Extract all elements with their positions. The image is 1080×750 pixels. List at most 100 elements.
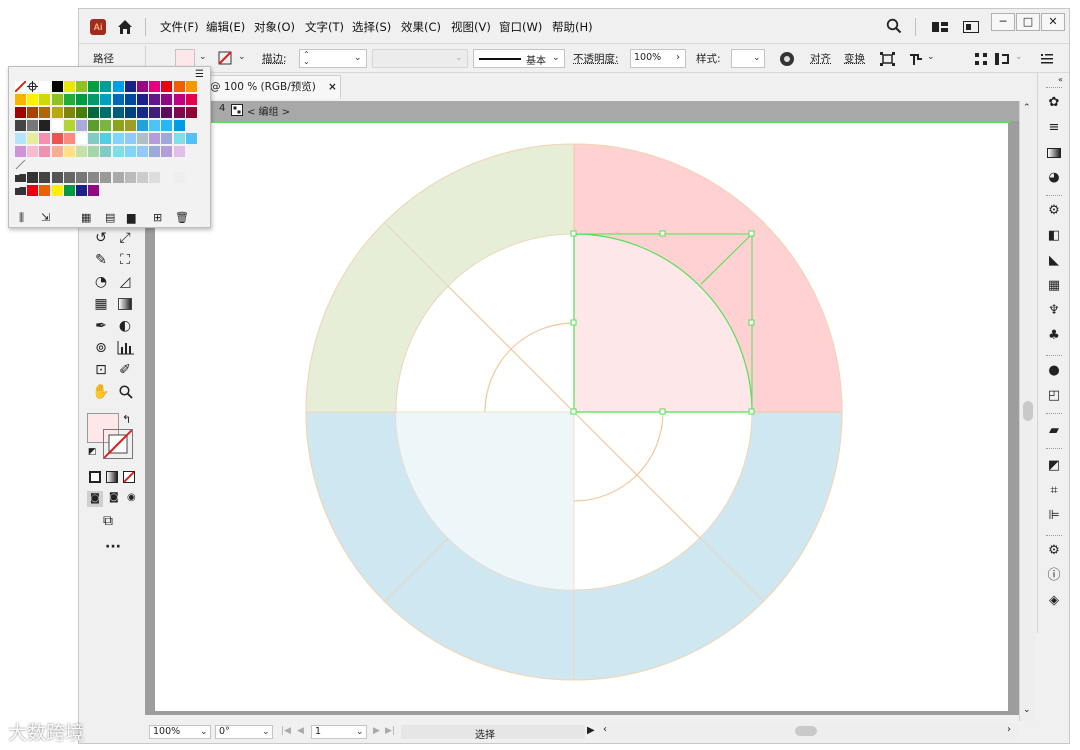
color-swatch[interactable] <box>76 172 87 183</box>
color-swatch[interactable] <box>39 94 51 105</box>
distribute-icon[interactable] <box>975 53 987 65</box>
color-swatch[interactable] <box>27 146 39 157</box>
color-swatch[interactable] <box>39 172 51 183</box>
color-swatch[interactable] <box>76 94 87 105</box>
color-swatch[interactable] <box>173 133 185 144</box>
color-swatch[interactable] <box>100 133 112 144</box>
maximize-button[interactable]: □ <box>1016 13 1040 31</box>
transform-link[interactable]: 变换 <box>844 50 865 68</box>
color-swatch[interactable] <box>124 133 136 144</box>
previous-artboard-icon[interactable]: ◀ <box>297 726 304 736</box>
color-swatch[interactable] <box>15 146 26 157</box>
artboard-tool-icon[interactable]: ⊡ <box>91 361 111 379</box>
recolor-artwork-icon[interactable] <box>779 51 795 67</box>
color-swatch[interactable] <box>76 185 87 196</box>
transparency-panel-icon[interactable]: ◕ <box>1046 170 1062 186</box>
color-swatch[interactable] <box>137 172 148 183</box>
horizontal-scroll-thumb[interactable] <box>795 726 817 736</box>
color-swatch[interactable] <box>88 94 100 105</box>
color-swatch[interactable] <box>173 146 185 157</box>
color-swatch[interactable] <box>88 133 100 144</box>
menu-file[interactable]: 文件(F) <box>160 19 199 35</box>
menu-select[interactable]: 选择(S) <box>352 19 391 35</box>
color-swatch[interactable] <box>100 172 112 183</box>
close-window-button[interactable]: ✕ <box>1041 13 1065 31</box>
chevron-down-icon[interactable]: ⌄ <box>1015 52 1023 62</box>
menu-view[interactable]: 视图(V) <box>451 19 491 35</box>
color-swatch[interactable] <box>112 172 124 183</box>
color-swatch[interactable] <box>27 185 39 196</box>
color-swatch[interactable] <box>51 94 63 105</box>
color-swatch[interactable] <box>88 185 100 196</box>
color-swatch[interactable] <box>112 146 124 157</box>
comments-panel-icon[interactable]: ▰ <box>1046 423 1062 439</box>
color-swatch[interactable] <box>185 81 197 92</box>
draw-behind-icon[interactable]: ◙ <box>109 492 119 503</box>
minimize-button[interactable]: ─ <box>991 13 1015 31</box>
color-guide-icon[interactable]: ✿ <box>1046 95 1062 111</box>
color-swatch[interactable] <box>76 120 87 131</box>
color-swatch[interactable] <box>39 107 51 118</box>
info-panel-icon[interactable]: ⓘ <box>1046 568 1062 584</box>
home-icon[interactable] <box>116 18 134 36</box>
show-kinds-icon[interactable]: ▦ <box>81 211 91 224</box>
color-swatch[interactable] <box>27 94 39 105</box>
color-swatch[interactable] <box>63 94 75 105</box>
color-swatch[interactable] <box>39 146 51 157</box>
scroll-up-icon[interactable]: ⌃ <box>1023 103 1031 113</box>
color-swatch[interactable] <box>124 107 136 118</box>
color-swatch[interactable] <box>161 120 173 131</box>
color-swatch[interactable] <box>137 94 148 105</box>
draw-normal-icon[interactable]: ◙ <box>87 491 103 507</box>
color-swatch[interactable] <box>149 133 161 144</box>
edit-toolbar-icon[interactable]: ··· <box>105 539 121 555</box>
swap-fill-stroke-icon[interactable]: ↰ <box>122 413 131 426</box>
color-swatch[interactable] <box>51 146 63 157</box>
swatch-options-icon[interactable]: ▤ <box>105 211 115 224</box>
shape-builder-tool-icon[interactable]: ◔ <box>91 273 111 291</box>
scroll-right-icon[interactable]: › <box>1007 724 1011 735</box>
color-swatch[interactable] <box>100 107 112 118</box>
status-display[interactable]: 选择 <box>401 725 585 741</box>
scale-tool-icon[interactable]: ⤢ <box>115 229 135 247</box>
column-graph-tool-icon[interactable] <box>117 341 135 355</box>
color-swatch[interactable] <box>63 81 75 92</box>
color-swatch[interactable] <box>137 133 148 144</box>
color-swatch[interactable] <box>39 185 51 196</box>
hand-tool-icon[interactable]: ✋ <box>91 383 111 401</box>
color-swatch[interactable] <box>51 133 63 144</box>
color-swatch[interactable] <box>27 172 39 183</box>
color-swatch[interactable] <box>88 172 100 183</box>
vertical-scroll-thumb[interactable] <box>1023 401 1033 421</box>
free-transform-tool-icon[interactable]: ⛶ <box>115 251 135 269</box>
color-swatch[interactable] <box>39 120 51 131</box>
close-tab-icon[interactable]: × <box>328 76 337 98</box>
stroke-none-icon[interactable] <box>217 50 233 66</box>
color-swatch[interactable] <box>124 81 136 92</box>
color-swatch[interactable] <box>100 81 112 92</box>
color-swatch[interactable] <box>161 94 173 105</box>
variable-width-profile[interactable]: ⌄ <box>372 49 468 68</box>
color-swatch[interactable] <box>76 133 87 144</box>
chevron-down-icon[interactable]: ⌄ <box>927 52 935 62</box>
color-swatch[interactable] <box>63 146 75 157</box>
color-swatch[interactable] <box>137 146 148 157</box>
opacity-field[interactable]: 100% › <box>630 49 686 68</box>
eyedropper-tool-icon[interactable]: ✒ <box>91 317 111 335</box>
symbol-sprayer-tool-icon[interactable]: ⊚ <box>91 339 111 357</box>
zoom-field[interactable]: 100% ⌄ <box>149 725 211 739</box>
color-swatch[interactable] <box>173 107 185 118</box>
color-swatch[interactable] <box>51 172 63 183</box>
gradient-tool-icon[interactable] <box>118 298 132 310</box>
symbols-panel-icon[interactable]: ♆ <box>1046 303 1062 319</box>
color-swatch[interactable] <box>51 81 63 92</box>
color-swatch[interactable] <box>161 107 173 118</box>
breadcrumb-group[interactable]: < 编组 > <box>247 103 290 118</box>
color-wheel-artwork[interactable] <box>155 122 1008 711</box>
color-swatch[interactable] <box>124 146 136 157</box>
menu-window[interactable]: 窗口(W) <box>499 19 542 35</box>
menu-type[interactable]: 文字(T) <box>305 19 344 35</box>
stroke-dropdown[interactable]: ⌄ <box>236 49 250 68</box>
color-swatch[interactable] <box>76 146 87 157</box>
gradient-mode-icon[interactable] <box>106 471 118 483</box>
